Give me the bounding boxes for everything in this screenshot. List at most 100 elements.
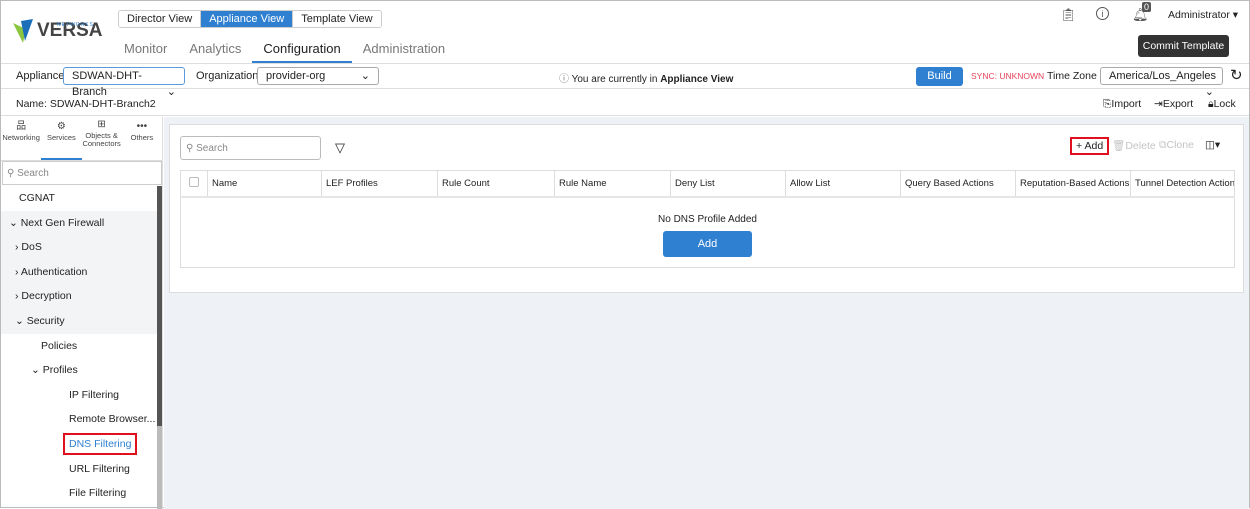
sidebar-item[interactable]: DNS Filtering bbox=[1, 432, 157, 457]
sidebar-item-label: CGNAT bbox=[19, 192, 55, 204]
sidebar-tree: CGNAT ⌄ Next Gen Firewall › DoS › Authentic… bbox=[1, 186, 157, 506]
chevron-down-icon: ⌄ bbox=[360, 70, 370, 82]
filter-icon[interactable]: ▽ bbox=[335, 140, 345, 156]
sidebar-item[interactable]: ⌄ Security bbox=[1, 308, 157, 334]
sidebar-item[interactable]: URL Filtering bbox=[1, 457, 157, 482]
network-icon: 品 bbox=[16, 121, 27, 132]
column-header[interactable]: Rule Count bbox=[437, 170, 555, 198]
sidebar-item[interactable]: › Decryption bbox=[1, 284, 157, 309]
chevron-down-icon: ⌄ bbox=[31, 364, 43, 377]
column-header[interactable]: LEF Profiles bbox=[321, 170, 438, 198]
empty-state: No DNS Profile Added Add bbox=[181, 197, 1235, 268]
column-header[interactable]: Deny List bbox=[670, 170, 786, 198]
sidebar-item-label: DoS bbox=[21, 241, 42, 254]
sidebar-item-label: Authentication bbox=[20, 265, 88, 278]
tab-others[interactable]: ••• Others bbox=[122, 117, 162, 160]
template-view-button[interactable]: Template View bbox=[293, 11, 381, 27]
column-header[interactable]: Tunnel Detection Action bbox=[1130, 170, 1235, 198]
notification-count: 0 bbox=[1142, 2, 1152, 12]
delete-button[interactable]: 🗑︎Delete bbox=[1112, 139, 1156, 152]
column-header[interactable]: Query Based Actions bbox=[900, 170, 1016, 198]
checkbox[interactable] bbox=[189, 176, 199, 187]
refresh-icon[interactable]: ↻ bbox=[1230, 66, 1243, 84]
sidebar-item[interactable]: Policies bbox=[1, 334, 157, 359]
logo-sub: NETWORKS bbox=[57, 22, 94, 28]
nav-analytics[interactable]: Analytics bbox=[178, 41, 252, 63]
build-button[interactable]: Build bbox=[916, 67, 963, 86]
chevron-down-icon: ⌄ bbox=[15, 314, 27, 327]
sync-status: SYNC: UNKNOWN bbox=[971, 71, 1045, 81]
column-header[interactable]: Name bbox=[207, 170, 322, 198]
nav-administration[interactable]: Administration bbox=[352, 41, 456, 63]
user-menu[interactable]: Administrator ▾ bbox=[1168, 9, 1238, 21]
sidebar: 品 Networking ⚙ Services ⊞ Objects & Connect… bbox=[1, 117, 163, 509]
sidebar-search-input[interactable]: ⚲ Search bbox=[2, 161, 162, 185]
search-icon: ⚲ bbox=[7, 167, 18, 179]
sidebar-item-label: Remote Browser... bbox=[69, 413, 156, 426]
nav-configuration[interactable]: Configuration bbox=[252, 41, 352, 63]
organization-select[interactable]: provider-org ⌄ bbox=[257, 67, 379, 85]
select-all-checkbox[interactable] bbox=[180, 170, 208, 198]
column-header[interactable]: Rule Name bbox=[554, 170, 671, 198]
sidebar-item[interactable]: ⌄ Next Gen Firewall bbox=[1, 210, 157, 236]
commit-template-button[interactable]: Commit Template bbox=[1138, 35, 1229, 57]
tab-label: Others bbox=[130, 133, 154, 142]
user-name: Administrator bbox=[1168, 9, 1230, 21]
timezone-select[interactable]: America/Los_Angeles ⌄ bbox=[1100, 67, 1223, 98]
add-button[interactable]: + Add bbox=[1070, 137, 1110, 155]
info-view: Appliance View bbox=[660, 74, 734, 85]
appliance-name: Name: SDWAN-DHT-Branch2 bbox=[16, 98, 156, 110]
sidebar-item[interactable]: File Filtering bbox=[1, 481, 157, 506]
sidebar-item[interactable]: › DoS bbox=[1, 235, 157, 260]
sidebar-item[interactable]: Remote Browser... bbox=[1, 407, 157, 432]
sidebar-item[interactable]: CGNAT bbox=[1, 186, 157, 211]
tab-services[interactable]: ⚙ Services bbox=[41, 117, 82, 160]
sidebar-item[interactable]: › Authentication bbox=[1, 259, 157, 285]
sidebar-item-label: DNS Filtering bbox=[63, 432, 138, 455]
sidebar-item-label: Policies bbox=[41, 339, 78, 352]
search-placeholder: Search bbox=[17, 167, 49, 179]
export-label: Export bbox=[1162, 98, 1194, 110]
versa-logo-icon bbox=[13, 19, 33, 43]
dns-profile-table: Name LEF Profiles Rule Count Rule Name Deny … bbox=[180, 170, 1235, 268]
name-bar bbox=[1, 89, 1249, 116]
view-info: ⓘ You are currently in Appliance View bbox=[559, 70, 733, 85]
empty-add-button[interactable]: Add bbox=[663, 230, 752, 257]
chevron-down-icon: ⌄ bbox=[9, 216, 21, 229]
nav-monitor[interactable]: Monitor bbox=[113, 41, 178, 63]
tab-label: Objects & Connectors bbox=[82, 131, 121, 148]
add-label: Add bbox=[1084, 140, 1104, 152]
column-header[interactable]: Reputation-Based Actions bbox=[1015, 170, 1131, 198]
sidebar-item-label: Security bbox=[26, 314, 65, 327]
table-search-input[interactable]: ⚲ Search bbox=[180, 136, 321, 160]
appliance-select[interactable]: SDWAN-DHT-Branch ⌄ bbox=[63, 67, 185, 98]
info-icon: ⓘ bbox=[559, 74, 569, 85]
column-chooser-icon[interactable]: ◫▾ bbox=[1205, 139, 1220, 151]
sidebar-scroll-track bbox=[157, 426, 162, 509]
column-header[interactable]: Allow List bbox=[785, 170, 901, 198]
objects-icon: ⊞ bbox=[97, 119, 106, 130]
info-text: You are currently in bbox=[571, 74, 661, 85]
sidebar-item-label: Next Gen Firewall bbox=[20, 216, 105, 229]
export-button[interactable]: ⇥Export bbox=[1154, 98, 1193, 110]
sidebar-item[interactable]: IP Filtering bbox=[1, 383, 157, 408]
appliance-label: Appliance bbox=[16, 70, 65, 82]
import-button[interactable]: ⎘Import bbox=[1103, 98, 1141, 111]
more-icon: ••• bbox=[136, 121, 148, 132]
sidebar-item-label: URL Filtering bbox=[69, 462, 130, 475]
lock-button[interactable]: 🔒︎Lock bbox=[1208, 98, 1236, 111]
search-placeholder: Search bbox=[196, 142, 228, 154]
tab-objects-connectors[interactable]: ⊞ Objects & Connectors bbox=[82, 117, 122, 160]
gears-icon: ⚙ bbox=[56, 121, 66, 132]
clone-button[interactable]: ⧉Clone bbox=[1159, 139, 1194, 152]
clipboard-icon[interactable]: 📋︎ bbox=[1060, 7, 1077, 23]
appliance-view-button[interactable]: Appliance View bbox=[201, 11, 294, 27]
director-view-button[interactable]: Director View bbox=[119, 11, 202, 27]
tab-label: Networking bbox=[2, 133, 40, 142]
tab-networking[interactable]: 品 Networking bbox=[1, 117, 41, 160]
sidebar-item-label: Decryption bbox=[21, 290, 72, 303]
sidebar-item[interactable]: ⌄ Profiles bbox=[1, 358, 157, 383]
sidebar-scrollbar[interactable] bbox=[157, 186, 162, 426]
info-icon[interactable]: i bbox=[1096, 7, 1109, 20]
delete-label: Delete bbox=[1125, 140, 1156, 152]
